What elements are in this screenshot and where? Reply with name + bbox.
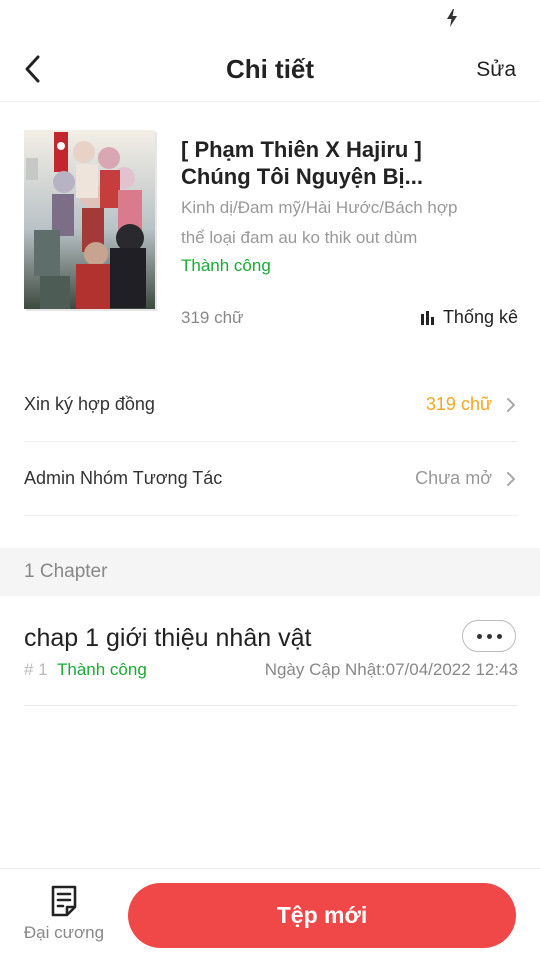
chapter-status: Thành công [57, 660, 147, 679]
chapter-list-item[interactable]: chap 1 giới thiệu nhân vật # 1 Thành côn… [24, 596, 518, 706]
stats-label: Thống kê [442, 307, 518, 327]
chapter-updated-date: Ngày Cập Nhật:07/04/2022 12:43 [264, 660, 518, 679]
navigation-header: Chi tiết Sửa [0, 36, 540, 102]
book-word-count: 319 chữ [181, 308, 244, 327]
admin-group-value: Chưa mở [415, 468, 492, 488]
chapters-section-header: 1 Chapter [0, 548, 540, 596]
book-title-line-1: [ Phạm Thiên X Hajiru ] [181, 137, 422, 162]
bar-chart-icon [420, 310, 434, 325]
chapter-title: chap 1 giới thiệu nhân vật [24, 624, 312, 652]
stats-button[interactable]: Thống kê [420, 307, 518, 328]
book-genres: Kinh dị/Đam mỹ/Hài Hước/Bách hợp [181, 198, 458, 217]
chevron-right-icon [507, 472, 515, 486]
book-description: thể loại đam au ko thik out dùm [181, 228, 418, 247]
contract-request-label: Xin ký hợp đồng [24, 394, 155, 414]
outline-label: Đại cương [23, 923, 105, 942]
book-status: Thành công [181, 256, 271, 275]
more-horizontal-icon[interactable] [462, 620, 516, 652]
new-file-button[interactable]: Tệp mới [128, 883, 516, 948]
outline-button[interactable]: Đại cương [18, 883, 110, 955]
contract-request-value: 319 chữ [425, 394, 492, 414]
lightning-bolt-icon [447, 9, 457, 27]
bottom-action-bar: Đại cương Tệp mới [0, 868, 540, 960]
document-list-icon [51, 885, 77, 917]
chevron-right-icon [507, 398, 515, 412]
admin-group-label: Admin Nhóm Tương Tác [24, 468, 223, 488]
book-info-card: [ Phạm Thiên X Hajiru ] Chúng Tôi Nguyện… [24, 130, 518, 330]
book-title-line-2: Chúng Tôi Nguyện Bị... [181, 164, 423, 189]
chapters-count: 1 Chapter [24, 561, 108, 582]
chapter-number: # 1 [24, 660, 48, 679]
contract-request-row[interactable]: Xin ký hợp đồng 319 chữ [24, 368, 518, 442]
page-title: Chi tiết [225, 54, 315, 84]
status-bar [0, 0, 540, 36]
book-title: [ Phạm Thiên X Hajiru ] Chúng Tôi Nguyện… [181, 136, 518, 190]
admin-group-row[interactable]: Admin Nhóm Tương Tác Chưa mở [24, 442, 518, 516]
edit-button[interactable]: Sửa [476, 58, 516, 82]
book-cover-image[interactable] [24, 130, 155, 309]
